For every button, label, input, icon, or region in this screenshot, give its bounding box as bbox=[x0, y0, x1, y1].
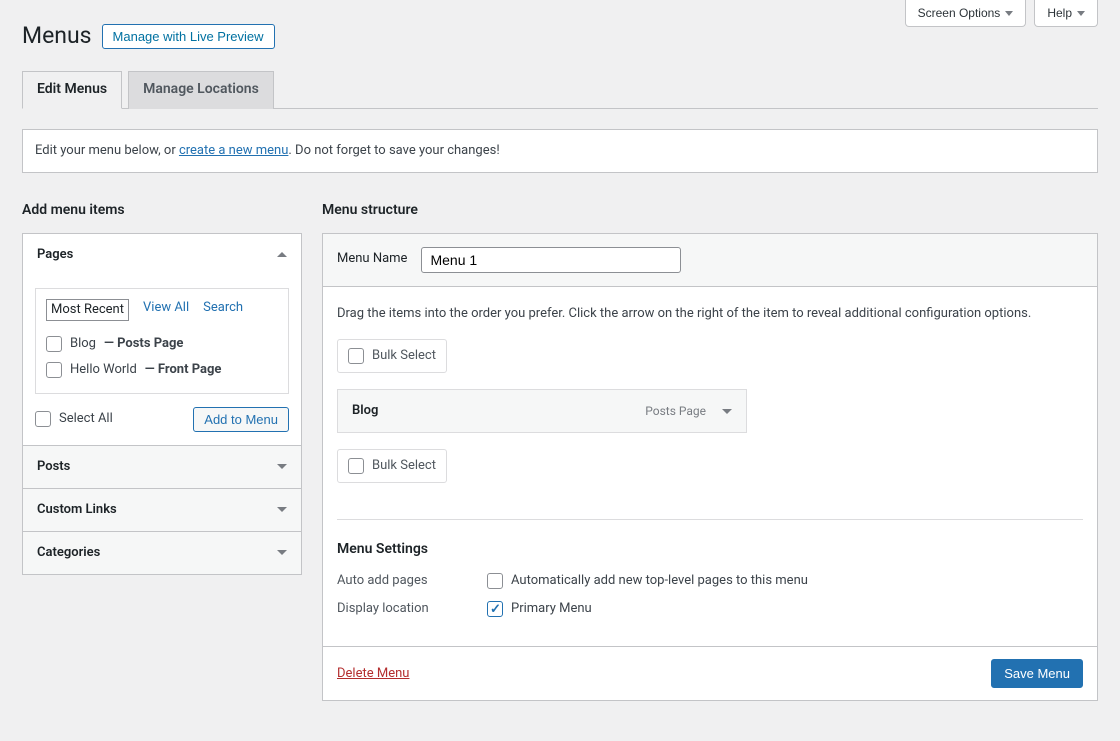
bulk-select-top[interactable]: Bulk Select bbox=[337, 339, 447, 373]
bulk-select-bottom[interactable]: Bulk Select bbox=[337, 449, 447, 483]
menu-settings-title: Menu Settings bbox=[337, 540, 1083, 560]
bulk-select-label: Bulk Select bbox=[372, 347, 436, 365]
subtab-most-recent[interactable]: Most Recent bbox=[46, 299, 129, 321]
instructions-post: . Do not forget to save your changes! bbox=[288, 143, 499, 158]
menu-item-blog[interactable]: Blog Posts Page bbox=[337, 389, 747, 433]
divider bbox=[337, 519, 1083, 520]
menu-name-input[interactable] bbox=[421, 247, 681, 273]
save-menu-button[interactable]: Save Menu bbox=[991, 659, 1083, 688]
page-name: Hello World bbox=[70, 361, 137, 379]
accordion-pages-head[interactable]: Pages bbox=[23, 234, 301, 276]
page-checkbox-blog[interactable] bbox=[46, 336, 62, 352]
add-menu-items-title: Add menu items bbox=[22, 201, 302, 221]
bulk-select-checkbox[interactable] bbox=[348, 458, 364, 474]
chevron-down-icon bbox=[277, 464, 287, 469]
create-new-menu-link[interactable]: create a new menu bbox=[179, 143, 288, 158]
page-suffix: — Front Page bbox=[145, 361, 222, 379]
page-checkbox-hello[interactable] bbox=[46, 362, 62, 378]
primary-menu-checkbox[interactable] bbox=[487, 601, 503, 617]
accordion-posts-label: Posts bbox=[37, 458, 70, 476]
accordion-pages-label: Pages bbox=[37, 246, 73, 264]
accordion-categories-label: Categories bbox=[37, 544, 100, 562]
instructions-box: Edit your menu below, or create a new me… bbox=[22, 129, 1098, 173]
page-suffix: — Posts Page bbox=[104, 335, 183, 353]
accordion-custom-label: Custom Links bbox=[37, 501, 117, 519]
chevron-down-icon bbox=[722, 409, 732, 414]
auto-add-label: Auto add pages bbox=[337, 572, 487, 590]
select-all-checkbox[interactable] bbox=[35, 411, 51, 427]
bulk-select-label: Bulk Select bbox=[372, 457, 436, 475]
accordion-categories-head[interactable]: Categories bbox=[23, 532, 301, 574]
bulk-select-checkbox[interactable] bbox=[348, 348, 364, 364]
primary-menu-text: Primary Menu bbox=[511, 600, 592, 618]
page-title: Menus bbox=[22, 20, 92, 52]
tab-manage-locations[interactable]: Manage Locations bbox=[128, 71, 274, 109]
live-preview-button[interactable]: Manage with Live Preview bbox=[102, 24, 275, 49]
accordion-custom-links-head[interactable]: Custom Links bbox=[23, 489, 301, 531]
subtab-search[interactable]: Search bbox=[203, 299, 243, 321]
auto-add-checkbox[interactable] bbox=[487, 573, 503, 589]
display-location-label: Display location bbox=[337, 600, 487, 618]
list-item: Blog — Posts Page bbox=[46, 331, 278, 357]
delete-menu-link[interactable]: Delete Menu bbox=[337, 665, 409, 683]
page-name: Blog bbox=[70, 335, 96, 353]
chevron-down-icon bbox=[277, 507, 287, 512]
instructions-pre: Edit your menu below, or bbox=[35, 143, 179, 158]
auto-add-text: Automatically add new top-level pages to… bbox=[511, 572, 808, 590]
menu-item-type: Posts Page bbox=[645, 403, 706, 420]
menu-name-label: Menu Name bbox=[337, 250, 407, 268]
menu-item-title: Blog bbox=[352, 402, 378, 420]
menu-structure-title: Menu structure bbox=[322, 201, 1098, 221]
chevron-up-icon bbox=[277, 252, 287, 257]
menu-hint: Drag the items into the order you prefer… bbox=[337, 305, 1083, 323]
tab-edit-menus[interactable]: Edit Menus bbox=[22, 71, 122, 109]
select-all-label: Select All bbox=[59, 410, 113, 428]
add-to-menu-button[interactable]: Add to Menu bbox=[193, 407, 289, 432]
chevron-down-icon bbox=[277, 550, 287, 555]
subtab-view-all[interactable]: View All bbox=[143, 299, 189, 321]
accordion-posts-head[interactable]: Posts bbox=[23, 446, 301, 488]
list-item: Hello World — Front Page bbox=[46, 357, 278, 383]
